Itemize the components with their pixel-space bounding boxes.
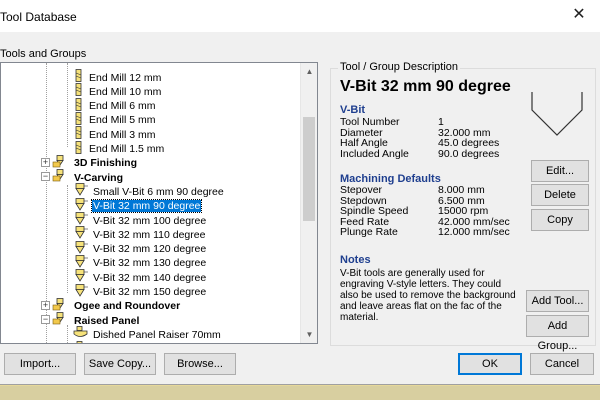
tree-item-label: End Mill 5 mm [89, 114, 156, 127]
tree-item-label: V-Bit 32 mm 140 degree [93, 271, 207, 284]
tree-item[interactable]: V-Bit 32 mm 110 degree [73, 226, 206, 241]
tree-item[interactable]: End Mill 6 mm [73, 97, 157, 113]
tree-group[interactable]: Raised Panel [52, 312, 140, 329]
copy-button[interactable]: Copy [531, 209, 589, 231]
tree-item-label: Small V-Bit 6 mm 90 degree [93, 185, 224, 198]
tree-item[interactable]: V-Bit 32 mm 150 degree [73, 283, 207, 298]
add-group-button[interactable]: Add Group... [526, 315, 589, 352]
tree-item[interactable]: V-Bit 32 mm 130 degree [73, 254, 207, 270]
tree-item[interactable]: Dished Panel Raiser 32mm [73, 340, 222, 343]
ok-button[interactable]: OK [458, 353, 522, 375]
edit-button[interactable]: Edit... [531, 160, 589, 182]
tree-item-label: V-Bit 32 mm 130 degree [93, 257, 207, 270]
tree-item-label: V-Bit 32 mm 90 degree [90, 199, 203, 214]
expand-icon[interactable]: + [41, 157, 50, 167]
tree-item[interactable]: End Mill 5 mm [73, 111, 157, 127]
save-copy-button[interactable]: Save Copy... [84, 353, 156, 375]
title-bar: Tool Database ✕ [0, 0, 600, 32]
vbit-heading: V-Bit [340, 104, 366, 116]
vbit-profile-icon [531, 92, 583, 136]
tree-item-label: Dished Panel Raiser 70mm [93, 328, 221, 341]
close-icon[interactable]: ✕ [570, 6, 588, 24]
tree-item-label: Raised Panel [74, 314, 140, 327]
browse-button[interactable]: Browse... [164, 353, 236, 375]
tool-group-icon [52, 312, 70, 329]
tree-item[interactable]: V-Bit 32 mm 120 degree [73, 240, 207, 256]
tree-item[interactable]: Small V-Bit 6 mm 90 degree [73, 183, 225, 198]
add-tool-button[interactable]: Add Tool... [526, 290, 589, 312]
tree-item-label: V-Bit 32 mm 120 degree [93, 243, 207, 256]
tree-item-label: 3D Finishing [74, 157, 137, 170]
tree-group[interactable]: 3D Finishing [52, 154, 138, 170]
tools-groups-label: Tools and Groups [0, 48, 87, 60]
expand-icon[interactable]: + [41, 300, 50, 310]
tool-tree-content: End Mill 12 mm End Mill 10 mm End Mill 6 m… [1, 63, 301, 343]
notes-heading: Notes [340, 254, 371, 266]
description-legend: Tool / Group Description [338, 61, 460, 73]
delete-button[interactable]: Delete [531, 184, 589, 206]
tree-scrollbar[interactable]: ▲ ▼ [300, 63, 317, 343]
tree-item-label: End Mill 10 mm [89, 85, 162, 98]
tree-item-label: V-Bit 32 mm 150 degree [93, 286, 207, 298]
tool-tree[interactable]: End Mill 12 mm End Mill 10 mm End Mill 6 m… [0, 62, 318, 344]
tool-group-icon [52, 169, 70, 186]
tree-item-label: V-Bit 32 mm 100 degree [93, 214, 207, 227]
scroll-up-icon[interactable]: ▲ [301, 63, 317, 80]
tree-item[interactable]: End Mill 10 mm [73, 83, 162, 98]
tree-group[interactable]: V-Carving [52, 169, 124, 186]
tree-item[interactable]: End Mill 1.5 mm [73, 140, 165, 155]
notes-text: V-Bit tools are generally used for engra… [340, 268, 516, 323]
tree-line [67, 185, 68, 293]
tree-item-label: V-Bit 32 mm 110 degree [93, 228, 206, 241]
property-value: 90.0 degrees [438, 147, 500, 160]
tree-line [67, 63, 68, 147]
tree-item-label: End Mill 3 mm [89, 128, 156, 141]
collapse-icon[interactable]: − [41, 315, 50, 325]
tree-item[interactable]: End Mill 12 mm [73, 69, 162, 84]
cancel-button[interactable]: Cancel [530, 353, 594, 375]
tree-item[interactable]: End Mill 3 mm [73, 126, 157, 141]
import-button[interactable]: Import... [4, 353, 76, 375]
property-key: Plunge Rate [340, 226, 398, 239]
scroll-down-icon[interactable]: ▼ [301, 326, 317, 343]
tree-group[interactable]: Ogee and Roundover [52, 297, 181, 313]
tree-item-label: Ogee and Roundover [74, 300, 181, 313]
tree-item-label: End Mill 6 mm [89, 100, 156, 113]
collapse-icon[interactable]: − [41, 172, 50, 182]
property-key: Included Angle [340, 147, 409, 160]
tree-item[interactable]: V-Bit 32 mm 100 degree [73, 212, 207, 227]
tree-item-label: End Mill 12 mm [89, 71, 162, 84]
tool-database-dialog: Tool Database ✕ Tools and Groups End Mil… [0, 0, 600, 385]
desktop-background [0, 386, 600, 400]
property-value: 12.000 mm/sec [438, 226, 510, 239]
panel-raiser-icon [73, 340, 89, 343]
tree-item-label: V-Carving [74, 171, 124, 184]
scroll-thumb[interactable] [303, 117, 315, 221]
tool-name-title: V-Bit 32 mm 90 degree [340, 78, 511, 95]
tree-item[interactable]: V-Bit 32 mm 90 degree [73, 197, 203, 214]
tree-item[interactable]: V-Bit 32 mm 140 degree [73, 269, 207, 284]
window-title: Tool Database [0, 10, 77, 24]
tree-item-label: End Mill 1.5 mm [89, 143, 165, 155]
tree-item[interactable]: Dished Panel Raiser 70mm [73, 326, 222, 341]
